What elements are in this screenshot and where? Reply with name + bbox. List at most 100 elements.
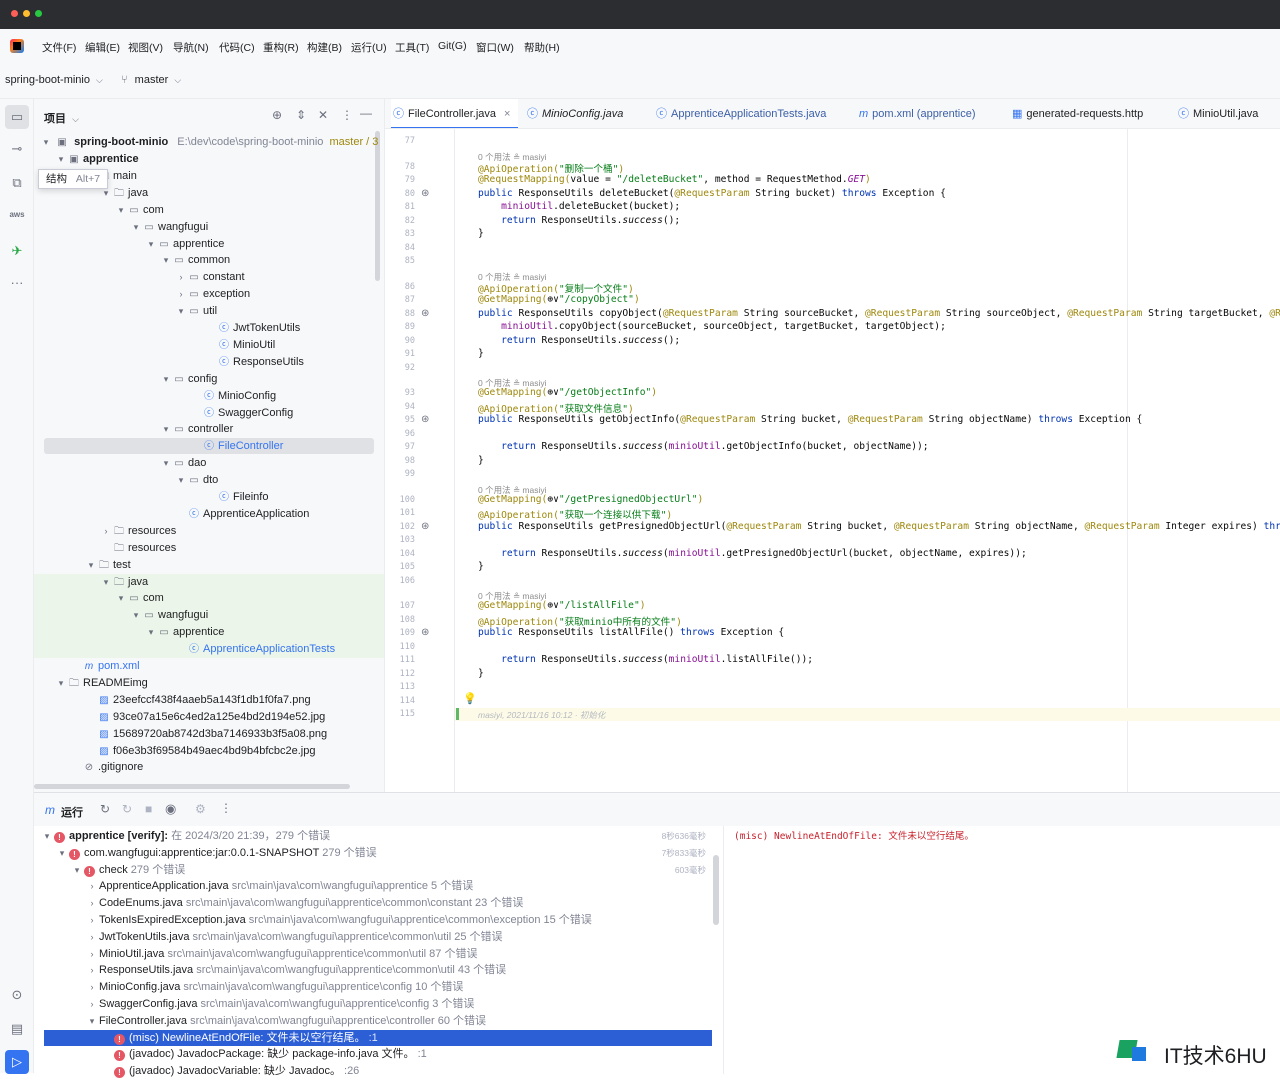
tree-item[interactable]: › ▭ constant <box>175 269 245 286</box>
menu-view[interactable]: 视图(V) <box>128 40 163 55</box>
locate-file-icon[interactable]: ⊕ <box>272 108 282 122</box>
expand-arrow-icon[interactable]: ▾ <box>145 624 157 641</box>
expand-arrow-icon[interactable]: ▾ <box>55 845 69 862</box>
pin-icon[interactable]: ⚙ <box>195 802 206 816</box>
expand-arrow-icon[interactable]: › <box>85 979 99 996</box>
menu-git[interactable]: Git(G) <box>438 40 467 52</box>
run-tree-item[interactable]: › MinioConfig.java src\main\java\com\wang… <box>85 979 464 996</box>
branch-switcher[interactable]: ⑂ master ⌵ <box>121 74 181 86</box>
run-tree-item[interactable]: › MinioUtil.java src\main\java\com\wangfu… <box>85 946 478 963</box>
endpoint-gutter-icon[interactable]: ⊛ <box>421 521 429 532</box>
tree-item[interactable]: ⊘ .gitignore <box>70 759 143 776</box>
structure-icon[interactable]: ⧉ <box>7 173 27 193</box>
tree-item[interactable]: ▾ ▭ dto <box>175 472 219 489</box>
expand-arrow-icon[interactable]: › <box>85 946 99 963</box>
expand-arrow-icon[interactable]: ▾ <box>55 151 67 168</box>
expand-arrow-icon[interactable]: ▾ <box>85 557 97 574</box>
more-options-icon[interactable]: ⋮ <box>220 801 232 815</box>
expand-arrow-icon[interactable]: ▾ <box>145 236 157 253</box>
expand-arrow-icon[interactable]: ▾ <box>130 219 142 236</box>
tree-item[interactable]: ▾ ▭ dao <box>160 455 207 472</box>
endpoint-gutter-icon[interactable]: ⊛ <box>421 188 429 199</box>
endpoint-gutter-icon[interactable]: ⊛ <box>421 627 429 638</box>
run-tree-item[interactable]: › TokenIsExpiredException.java src\main\j… <box>85 912 592 929</box>
tree-scrollbar[interactable] <box>375 131 380 281</box>
project-view-selector[interactable]: 项目 ⌵ <box>44 110 79 126</box>
tab-minioconfig[interactable]: ⓒ MinioConfig.java <box>527 99 623 128</box>
jrebel-icon[interactable]: ✈ <box>7 241 27 261</box>
git-blame-inlay[interactable]: masiyi, 2021/11/16 10:12 · 初始化 <box>478 709 605 721</box>
more-tools-icon[interactable]: ··· <box>7 273 27 293</box>
tree-item[interactable]: ▾ 🗀 READMEimg <box>55 675 148 692</box>
collapse-arrow-icon[interactable]: › <box>175 269 187 286</box>
endpoint-gutter-icon[interactable]: ⊛ <box>421 414 429 425</box>
close-tab-icon[interactable]: × <box>504 108 510 120</box>
run-tree-item[interactable]: ▾ FileController.java src\main\java\com\w… <box>85 1013 486 1030</box>
menu-run[interactable]: 运行(U) <box>351 40 387 55</box>
collapse-arrow-icon[interactable]: › <box>100 523 112 540</box>
tree-item[interactable]: ▾ ▭ common <box>160 252 230 269</box>
intellij-logo-icon[interactable] <box>10 39 24 53</box>
tree-root[interactable]: ▾ ▣ spring-boot-minio E:\dev\code\spring… <box>40 134 379 151</box>
rerun-icon[interactable]: ↻ <box>100 802 110 816</box>
expand-arrow-icon[interactable]: ▾ <box>175 472 187 489</box>
stop-icon[interactable]: ■ <box>145 802 152 816</box>
tree-item[interactable]: ▨ 15689720ab8742d3ba7146933b3f5a08.png <box>85 726 327 743</box>
tree-item[interactable]: ▾ ▭ com <box>115 590 164 607</box>
maximize-window-button[interactable] <box>35 10 42 17</box>
expand-arrow-icon[interactable]: ▾ <box>115 590 127 607</box>
view-options-icon[interactable]: ◉ <box>165 801 176 817</box>
expand-arrow-icon[interactable]: › <box>85 895 99 912</box>
tree-horizontal-scrollbar[interactable] <box>34 784 350 789</box>
expand-arrow-icon[interactable]: ▾ <box>85 1013 99 1030</box>
tree-item[interactable]: ⓒ MinioUtil <box>205 337 275 354</box>
run-scrollbar[interactable] <box>713 855 719 925</box>
tree-item[interactable]: ⓒ Fileinfo <box>205 489 268 506</box>
services-icon[interactable]: ⊙ <box>7 985 27 1005</box>
menu-help[interactable]: 帮助(H) <box>524 40 560 55</box>
tree-item[interactable]: ⓒ MinioConfig <box>190 388 276 405</box>
tree-item[interactable]: ▾ ▭ util <box>175 303 217 320</box>
run-tree-item[interactable]: ! (javadoc) JavadocVariable: 缺少 Javadoc。 … <box>100 1063 359 1080</box>
tree-item[interactable]: ⓒ JwtTokenUtils <box>205 320 300 337</box>
menu-tools[interactable]: 工具(T) <box>395 40 429 55</box>
expand-arrow-icon[interactable]: ▾ <box>100 574 112 591</box>
code-editor[interactable]: 77 78 79 80 ⊛ 81 82 83 84 85 86 87 88 ⊛ 89 90 91 92 93 94 95… <box>385 129 1280 792</box>
tree-item[interactable]: ▾ ▭ com <box>115 202 164 219</box>
menu-navigate[interactable]: 导航(N) <box>173 40 209 55</box>
tree-item[interactable]: ▾ ▭ controller <box>160 421 234 438</box>
menu-window[interactable]: 窗口(W) <box>476 40 514 55</box>
collapse-arrow-icon[interactable]: › <box>175 286 187 303</box>
tab-filecontroller[interactable]: ⓒ FileController.java × <box>391 99 519 128</box>
tree-item[interactable]: ▨ 93ce07a15e6c4ed2a125e4bd2d194e52.jpg <box>85 709 325 726</box>
expand-all-icon[interactable]: ⇕ <box>296 108 306 122</box>
tree-item[interactable]: m pom.xml <box>70 658 140 675</box>
expand-arrow-icon[interactable]: ▾ <box>70 862 84 879</box>
expand-arrow-icon[interactable]: ▾ <box>175 303 187 320</box>
close-window-button[interactable] <box>11 10 18 17</box>
vcs-change-marker[interactable] <box>456 708 459 720</box>
tree-item[interactable]: ⓒ SwaggerConfig <box>190 405 293 422</box>
tree-item[interactable]: 🗀 resources <box>100 540 176 557</box>
rerun-failed-icon[interactable]: ↻ <box>122 802 132 816</box>
lightbulb-icon[interactable]: 💡 <box>463 692 477 705</box>
tree-item[interactable]: ▾ ▭ wangfugui <box>130 219 208 236</box>
tree-item[interactable]: ▾ ▭ apprentice <box>145 236 225 253</box>
endpoint-gutter-icon[interactable]: ⊛ <box>421 308 429 319</box>
tree-item[interactable]: ▾ 🗀 java <box>100 574 148 591</box>
menu-refactor[interactable]: 重构(R) <box>263 40 299 55</box>
tree-item[interactable]: ▾ ▭ apprentice <box>145 624 225 641</box>
project-switcher[interactable]: spring-boot-minio ⌵ <box>5 74 103 86</box>
expand-arrow-icon[interactable]: ▾ <box>55 675 67 692</box>
minimize-window-button[interactable] <box>23 10 30 17</box>
expand-arrow-icon[interactable]: › <box>85 929 99 946</box>
run-tool-icon[interactable]: ▷ <box>5 1050 29 1074</box>
tree-item[interactable]: ▾ ▭ config <box>160 371 218 388</box>
tab-pom-xml[interactable]: m pom.xml (apprentice) <box>859 99 976 128</box>
tree-item[interactable]: ▨ f06e3b3f69584b49aec4bd9b4bfcbc2e.jpg <box>85 743 315 760</box>
run-tree-item[interactable]: ! (misc) NewlineAtEndOfFile: 文件未以空行结尾。 :1 <box>100 1030 378 1047</box>
expand-arrow-icon[interactable]: ▾ <box>40 828 54 845</box>
expand-arrow-icon[interactable]: › <box>85 996 99 1013</box>
menu-edit[interactable]: 编辑(E) <box>85 40 120 55</box>
tree-item[interactable]: ⓒ FileController <box>190 438 283 455</box>
